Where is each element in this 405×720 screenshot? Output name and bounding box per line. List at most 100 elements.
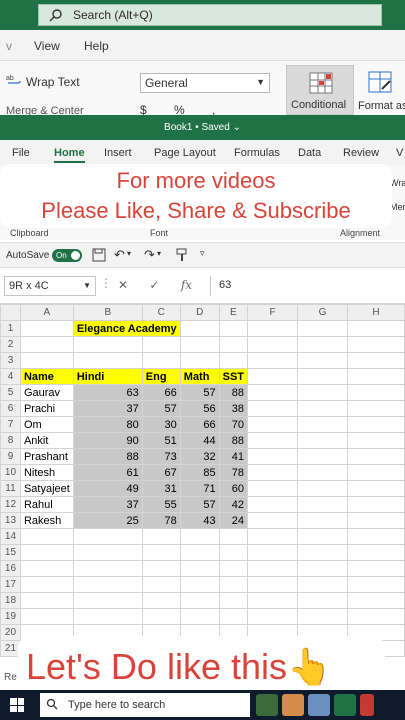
cell[interactable] [347, 400, 405, 417]
row-header[interactable]: 12 [0, 496, 21, 513]
row-header[interactable]: 4 [0, 368, 21, 385]
cell[interactable] [141, 336, 181, 353]
row-header[interactable]: 7 [0, 416, 21, 433]
number-format-select[interactable]: General ▼ [140, 73, 270, 93]
cell[interactable] [218, 336, 249, 353]
score-cell[interactable]: 38 [218, 400, 249, 417]
row-header[interactable]: 5 [0, 384, 21, 401]
cell[interactable] [247, 528, 299, 545]
tab-page-layout[interactable]: Page Layout [154, 147, 216, 159]
cell[interactable] [297, 368, 349, 385]
name-box[interactable]: 9R x 4C ▼ [4, 276, 96, 296]
column-header-e[interactable]: E [218, 304, 249, 321]
cell[interactable] [19, 576, 74, 593]
column-header-d[interactable]: D [179, 304, 220, 321]
cell[interactable] [247, 416, 299, 433]
row-header[interactable]: 1 [0, 320, 21, 337]
undo-dropdown-icon[interactable]: ▾ [127, 249, 131, 258]
app-icon[interactable] [360, 694, 374, 716]
cell[interactable] [347, 560, 405, 577]
score-cell[interactable]: 60 [218, 480, 249, 497]
cell[interactable] [19, 592, 74, 609]
cell[interactable] [297, 352, 349, 369]
cell[interactable] [297, 608, 349, 625]
name-cell[interactable]: Rahul [19, 496, 74, 513]
cell[interactable] [19, 352, 74, 369]
cell[interactable] [247, 352, 299, 369]
cell[interactable] [347, 352, 405, 369]
enter-icon[interactable]: ✓ [149, 278, 159, 292]
column-header-b[interactable]: B [72, 304, 143, 321]
cell[interactable] [347, 336, 405, 353]
cell[interactable] [247, 560, 299, 577]
cell[interactable] [297, 464, 349, 481]
score-cell[interactable]: 73 [141, 448, 181, 465]
score-cell[interactable]: 57 [179, 496, 220, 513]
cell[interactable] [347, 448, 405, 465]
cell[interactable] [72, 528, 143, 545]
tab-data[interactable]: Data [298, 147, 321, 159]
cell[interactable] [218, 608, 249, 625]
score-cell[interactable]: 71 [179, 480, 220, 497]
tab-home[interactable]: Home [54, 147, 85, 163]
cell[interactable] [218, 528, 249, 545]
score-cell[interactable]: 49 [72, 480, 143, 497]
cell[interactable] [297, 560, 349, 577]
cell[interactable] [247, 400, 299, 417]
cell[interactable] [297, 416, 349, 433]
header-cell[interactable]: Math [179, 368, 220, 385]
cell[interactable] [347, 432, 405, 449]
row-header[interactable]: 14 [0, 528, 21, 545]
format-painter-icon[interactable] [176, 248, 188, 265]
cell[interactable] [179, 608, 220, 625]
cell[interactable] [179, 592, 220, 609]
excel-icon[interactable] [334, 694, 356, 716]
cell[interactable] [72, 352, 143, 369]
score-cell[interactable]: 37 [72, 496, 143, 513]
row-header[interactable]: 20 [0, 624, 21, 641]
cell[interactable] [141, 528, 181, 545]
score-cell[interactable]: 66 [179, 416, 220, 433]
insert-function-icon[interactable]: fx [181, 278, 192, 292]
workbook-title[interactable]: Book1 • Saved ⌄ [0, 115, 405, 140]
score-cell[interactable]: 37 [72, 400, 143, 417]
cell[interactable] [72, 560, 143, 577]
score-cell[interactable]: 80 [72, 416, 143, 433]
name-cell[interactable]: Nitesh [19, 464, 74, 481]
cell[interactable] [141, 576, 181, 593]
cell[interactable] [347, 368, 405, 385]
cell[interactable] [141, 608, 181, 625]
name-cell[interactable]: Satyajeet [19, 480, 74, 497]
tab-insert[interactable]: Insert [104, 147, 132, 159]
cell[interactable] [72, 576, 143, 593]
cell[interactable] [297, 400, 349, 417]
wrap-text-button[interactable]: ab Wrap Text [6, 73, 80, 90]
tab-formulas[interactable]: Formulas [234, 147, 280, 159]
cell[interactable] [141, 560, 181, 577]
score-cell[interactable]: 24 [218, 512, 249, 529]
cell[interactable] [72, 544, 143, 561]
cell[interactable] [347, 512, 405, 529]
name-cell[interactable]: Prachi [19, 400, 74, 417]
cell[interactable] [347, 608, 405, 625]
cell[interactable] [297, 592, 349, 609]
name-cell[interactable]: Om [19, 416, 74, 433]
customize-toolbar-icon[interactable]: ▿ [200, 248, 205, 259]
cell[interactable] [247, 592, 299, 609]
cell[interactable] [179, 528, 220, 545]
score-cell[interactable]: 55 [141, 496, 181, 513]
cell[interactable] [247, 336, 299, 353]
cell[interactable] [218, 592, 249, 609]
more-options-icon[interactable]: ⋮ [100, 276, 112, 290]
cell[interactable] [179, 336, 220, 353]
column-header-c[interactable]: C [141, 304, 181, 321]
score-cell[interactable]: 66 [141, 384, 181, 401]
row-header[interactable]: 15 [0, 544, 21, 561]
column-header-a[interactable]: A [19, 304, 74, 321]
name-cell[interactable]: Rakesh [19, 512, 74, 529]
score-cell[interactable]: 41 [218, 448, 249, 465]
cell[interactable] [347, 480, 405, 497]
format-as-table-button[interactable]: Format as [356, 65, 405, 115]
score-cell[interactable]: 42 [218, 496, 249, 513]
score-cell[interactable]: 57 [141, 400, 181, 417]
